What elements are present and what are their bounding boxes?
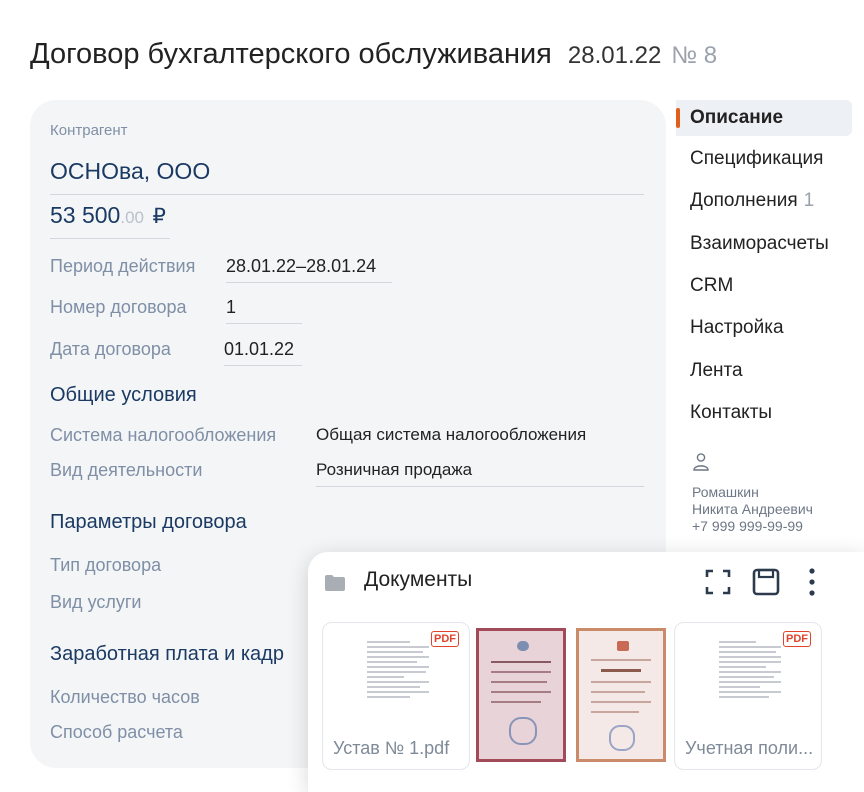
nav-item-additions[interactable]: Дополнения 1: [676, 183, 852, 219]
contract-type-label: Тип договора: [50, 555, 162, 575]
section-salary: Заработная плата и кадр: [50, 643, 284, 665]
emblem-icon: [517, 641, 529, 651]
contract-date-value[interactable]: 01.01.22: [224, 339, 302, 366]
document-date: 28.01.22: [567, 42, 662, 69]
nav-item-label: Дополнения: [690, 190, 798, 211]
period-label: Период действия: [50, 256, 196, 276]
page-header: Договор бухгалтерского обслуживания 28.0…: [30, 38, 717, 78]
license-scan-thumbnail[interactable]: [576, 628, 666, 762]
person-name: Никита Андреевич: [692, 501, 813, 517]
calc-method-label: Способ расчета: [50, 722, 183, 742]
nav-item-settlements[interactable]: Взаиморасчеты: [676, 226, 852, 262]
document-name: Устав № 1.pdf: [333, 738, 450, 758]
person-surname: Ромашкин: [692, 484, 759, 500]
document-thumbnail-charter[interactable]: PDF Устав № 1.pdf: [322, 622, 470, 770]
nav-item-description[interactable]: Описание: [676, 100, 852, 136]
pdf-file-icon: PDF: [783, 631, 811, 647]
document-name: Учетная поли...: [685, 738, 814, 758]
save-icon[interactable]: [751, 567, 781, 597]
section-general-terms: Общие условия: [50, 384, 197, 406]
amount-main: 53 500: [50, 202, 121, 228]
nav-item-contacts[interactable]: Контакты: [676, 395, 852, 431]
contract-date-label: Дата договора: [50, 339, 171, 359]
amount-field[interactable]: 53 500.00 ₽: [50, 202, 170, 239]
user-icon: [693, 453, 709, 471]
emblem-icon: [617, 641, 629, 651]
pdf-file-icon: PDF: [431, 631, 459, 647]
activity-label: Вид деятельности: [50, 460, 203, 480]
counterparty-field[interactable]: ОСНОва, ООО: [50, 158, 644, 195]
documents-title: Документы: [364, 568, 473, 591]
nav-item-label: Контакты: [690, 402, 773, 423]
activity-value[interactable]: Розничная продажа: [316, 460, 644, 487]
currency-sign: ₽: [152, 205, 166, 228]
service-type-label: Вид услуги: [50, 592, 142, 612]
section-contract-params: Параметры договора: [50, 511, 247, 533]
certificate-scan-thumbnail[interactable]: [476, 628, 566, 762]
nav-item-crm[interactable]: CRM: [676, 268, 852, 304]
nav-item-specification[interactable]: Спецификация: [676, 141, 852, 177]
stamp-icon: [609, 725, 635, 751]
fullscreen-icon[interactable]: [704, 568, 732, 596]
document-preview: [367, 641, 429, 701]
nav-item-settings[interactable]: Настройка: [676, 310, 852, 346]
document-preview: [719, 641, 781, 701]
nav-item-label: Описание: [690, 107, 784, 128]
contract-number-label: Номер договора: [50, 297, 187, 317]
counterparty-label: Контрагент: [50, 122, 128, 139]
person-phone: +7 999 999-99-99: [692, 518, 803, 534]
hours-label: Количество часов: [50, 687, 200, 707]
documents-panel: Документы PDF Устав № 1.pdf PDF Учетная …: [308, 552, 864, 792]
nav-item-label: CRM: [690, 275, 734, 296]
nav-item-count: 1: [803, 190, 815, 211]
tax-system-value[interactable]: Общая система налогообложения: [316, 425, 586, 445]
folder-icon: [325, 575, 345, 591]
nav-item-label: Спецификация: [690, 148, 824, 169]
contract-number-value[interactable]: 1: [226, 297, 302, 324]
page-title: Договор бухгалтерского обслуживания: [30, 38, 552, 70]
tax-system-label: Система налогообложения: [50, 425, 277, 445]
responsible-person[interactable]: Ромашкин Никита Андреевич +7 999 999-99-…: [692, 452, 813, 535]
nav-item-label: Настройка: [690, 317, 784, 338]
period-value[interactable]: 28.01.22–28.01.24: [226, 256, 392, 283]
document-number: № 8: [671, 42, 718, 69]
more-options-icon[interactable]: [806, 566, 818, 598]
document-thumbnail-accounting-policy[interactable]: PDF Учетная поли...: [674, 622, 822, 770]
amount-cents: .00: [120, 208, 144, 227]
nav-item-feed[interactable]: Лента: [676, 353, 852, 389]
nav-item-label: Взаиморасчеты: [690, 233, 829, 254]
stamp-icon: [509, 717, 537, 745]
counterparty-name: ОСНОва, ООО: [50, 158, 211, 184]
nav-item-label: Лента: [690, 360, 743, 381]
